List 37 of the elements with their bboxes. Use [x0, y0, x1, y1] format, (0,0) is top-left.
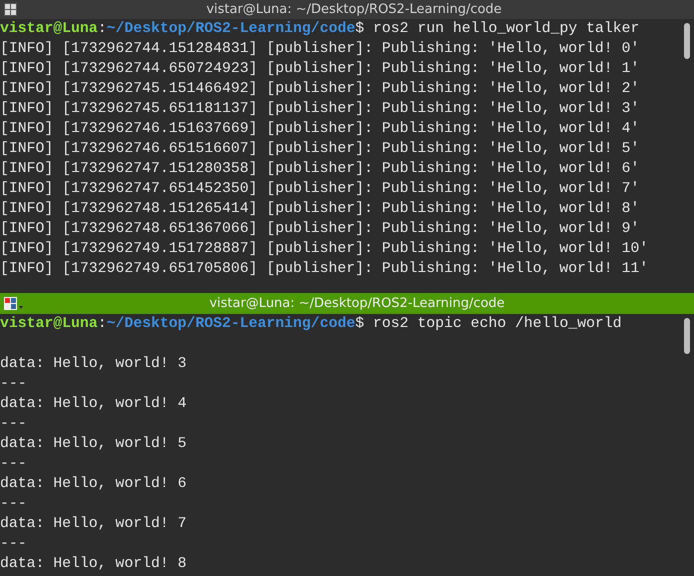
output-line: [INFO] [1732962744.151284831] [publisher]: Publishing: 'Hello, world! 0' [0, 41, 640, 57]
output-line: --- [0, 376, 27, 392]
terminal-grid-icon[interactable] [4, 2, 18, 16]
output-line: [INFO] [1732962745.151466492] [publisher]: Publishing: 'Hello, world! 2' [0, 81, 640, 97]
output-line: --- [0, 456, 27, 472]
window-title: vistar@Luna: ~/Desktop/ROS2-Learning/code [208, 297, 506, 310]
output-line: data: Hello, world! 7 [0, 516, 186, 532]
terminal-grid-icon[interactable] [4, 296, 24, 310]
scrollbar-thumb[interactable] [684, 23, 690, 59]
output-line: [INFO] [1732962746.151637669] [publisher]: Publishing: 'Hello, world! 4' [0, 121, 640, 137]
scrollbar-thumb[interactable] [684, 318, 690, 354]
output-line: [INFO] [1732962746.651516607] [publisher]: Publishing: 'Hello, world! 5' [0, 141, 640, 157]
prompt-path: ~/Desktop/ROS2-Learning/code [106, 21, 356, 37]
command-text: : [98, 316, 107, 332]
window-title: vistar@Luna: ~/Desktop/ROS2-Learning/code [205, 3, 503, 16]
prompt-path: ~/Desktop/ROS2-Learning/code [106, 316, 356, 332]
output-line: [INFO] [1732962749.151728887] [publisher]: Publishing: 'Hello, world! 10' [0, 241, 648, 257]
output-line: --- [0, 536, 27, 552]
prompt-user: vistar@Luna [0, 316, 98, 332]
output-line: [INFO] [1732962745.651181137] [publisher]: Publishing: 'Hello, world! 3' [0, 101, 640, 117]
output-line: [INFO] [1732962748.151265414] [publisher]: Publishing: 'Hello, world! 8' [0, 201, 640, 217]
output-line: data: Hello, world! 4 [0, 396, 186, 412]
output-line: [INFO] [1732962747.651452350] [publisher]: Publishing: 'Hello, world! 7' [0, 181, 640, 197]
prompt-user: vistar@Luna [0, 21, 98, 37]
output-line: [INFO] [1732962744.650724923] [publisher]: Publishing: 'Hello, world! 1' [0, 61, 640, 77]
command-text: : [98, 21, 107, 37]
output-line: data: Hello, world! 5 [0, 436, 186, 452]
command-text: $ ros2 run hello_world_py talker [355, 21, 640, 37]
output-line: data: Hello, world! 8 [0, 556, 186, 572]
command-text: $ ros2 topic echo /hello_world [355, 316, 622, 332]
output-line: data: Hello, world! 6 [0, 476, 186, 492]
output-line: --- [0, 416, 27, 432]
output-line: [INFO] [1732962749.651705806] [publisher]: Publishing: 'Hello, world! 11' [0, 261, 648, 277]
output-line: --- [0, 496, 27, 512]
output-line: data: Hello, world! 3 [0, 356, 186, 372]
output-line: [INFO] [1732962747.151280358] [publisher]: Publishing: 'Hello, world! 6' [0, 161, 640, 177]
output-line: [INFO] [1732962748.651367066] [publisher]: Publishing: 'Hello, world! 9' [0, 221, 640, 237]
